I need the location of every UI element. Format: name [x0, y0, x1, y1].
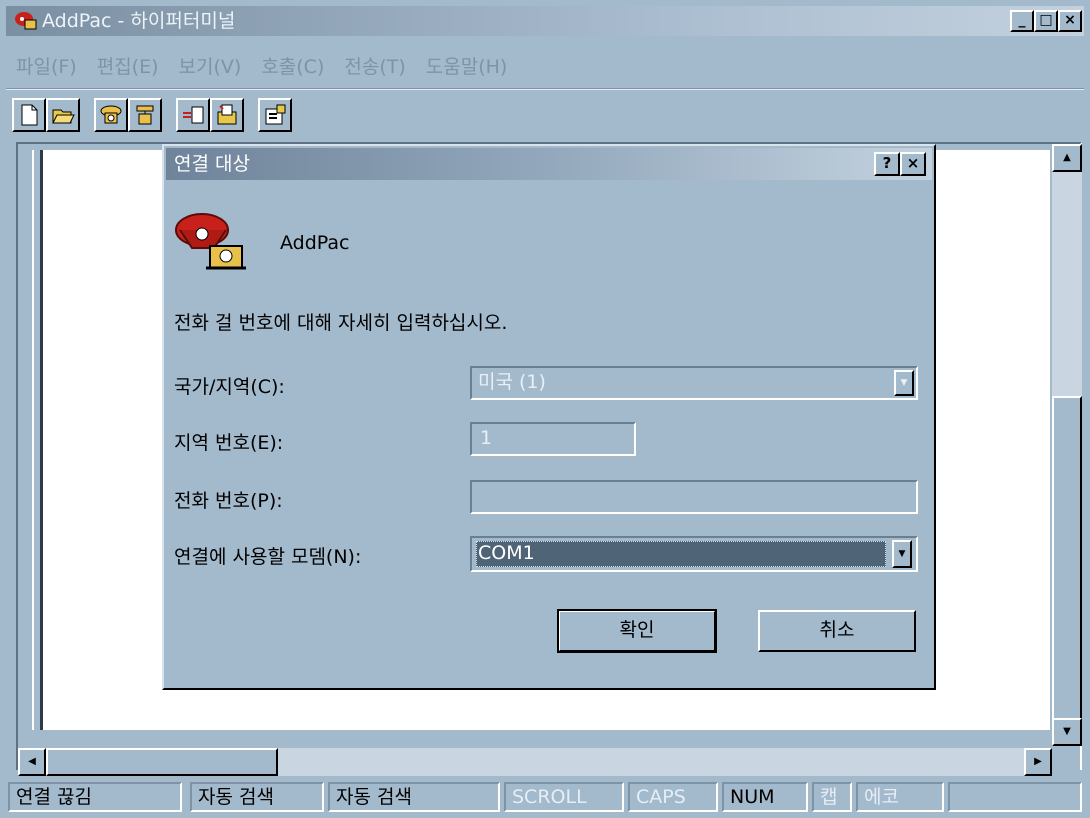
vertical-scrollbar-thumb[interactable]: [1052, 396, 1082, 726]
status-empty: [948, 782, 1082, 812]
status-caps: CAPS: [628, 782, 718, 812]
disconnect-icon: [136, 105, 154, 125]
modem-value: COM1: [478, 542, 535, 564]
status-scroll: SCROLL: [504, 782, 624, 812]
open-button[interactable]: [46, 98, 80, 132]
menu-help[interactable]: 도움말(H): [416, 52, 518, 82]
scroll-up-button[interactable]: ▲: [1052, 144, 1082, 172]
menu-file[interactable]: 파일(F): [6, 52, 87, 82]
menu-view[interactable]: 보기(V): [169, 52, 252, 82]
new-icon: [21, 104, 38, 126]
dialog-close-button[interactable]: ×: [900, 152, 926, 176]
properties-icon: [265, 104, 286, 125]
modem-selection-highlight: [476, 541, 886, 567]
status-autodetect-2: 자동 검색: [328, 782, 500, 812]
status-echo: 에코: [856, 782, 944, 812]
help-icon: ?: [882, 154, 892, 172]
menu-call[interactable]: 호출(C): [251, 52, 334, 82]
ok-button[interactable]: 확인: [557, 609, 717, 653]
open-icon: [52, 109, 75, 124]
arrow-right-icon: ▶: [1034, 756, 1042, 767]
app-phone-icon: [15, 12, 37, 30]
phone-number-input[interactable]: [470, 480, 918, 514]
chevron-down-icon: ▼: [900, 378, 908, 388]
hyperterminal-window: AddPac - 하이퍼터미널 _ □ × 파일(F) 편집(E) 보기(V) …: [0, 0, 1090, 818]
connect-icon: [100, 105, 122, 124]
arrow-down-icon: ▼: [1063, 726, 1071, 737]
connect-to-dialog: [162, 144, 936, 690]
chevron-down-icon: ▼: [898, 549, 906, 559]
scroll-right-button[interactable]: ▶: [1024, 748, 1052, 776]
status-bar: 연결 끊김 자동 검색 자동 검색 SCROLL CAPS NUM 캡 에코: [6, 780, 1084, 814]
connect-button[interactable]: [94, 98, 128, 132]
country-dropdown-button[interactable]: ▼: [894, 370, 914, 396]
minimize-button[interactable]: _: [1010, 10, 1034, 32]
terminal-margin: [18, 150, 34, 730]
send-icon: [183, 106, 204, 124]
menu-bar: 파일(F) 편집(E) 보기(V) 호출(C) 전송(T) 도움말(H): [6, 52, 517, 82]
area-code-input[interactable]: [470, 422, 636, 456]
scroll-left-button[interactable]: ◀: [18, 748, 46, 776]
modem-label: 연결에 사용할 모뎀(N):: [174, 546, 362, 568]
menu-transfer[interactable]: 전송(T): [334, 52, 415, 82]
status-connection: 연결 끊김: [8, 782, 182, 812]
arrow-up-icon: ▲: [1063, 152, 1071, 163]
send-button[interactable]: [176, 98, 210, 132]
close-icon: ×: [906, 154, 920, 172]
instruction-text: 전화 걸 번호에 대해 자세히 입력하십시오.: [174, 312, 508, 334]
cancel-button[interactable]: 취소: [758, 610, 916, 652]
dialog-title-bar[interactable]: [166, 148, 932, 180]
dialog-help-button[interactable]: ?: [874, 152, 900, 176]
connection-phone-icon: [175, 213, 246, 270]
horizontal-scrollbar-thumb[interactable]: [46, 748, 278, 776]
maximize-button[interactable]: □: [1034, 10, 1058, 32]
receive-button[interactable]: [210, 98, 244, 132]
menu-edit[interactable]: 편집(E): [87, 52, 169, 82]
country-label: 국가/지역(C):: [174, 376, 285, 398]
new-button[interactable]: [12, 98, 46, 132]
status-num: NUM: [722, 782, 808, 812]
phone-number-label: 전화 번호(P):: [174, 490, 283, 512]
receive-icon: [217, 104, 237, 125]
connection-name: AddPac: [280, 232, 350, 254]
close-icon: ×: [1064, 12, 1076, 28]
close-button[interactable]: ×: [1058, 10, 1082, 32]
menu-separator: [6, 88, 1084, 90]
title-bar[interactable]: AddPac - 하이퍼터미널 _ □ ×: [6, 6, 1084, 36]
properties-button[interactable]: [258, 98, 292, 132]
status-autodetect-1: 자동 검색: [190, 782, 324, 812]
maximize-icon: □: [1039, 12, 1053, 28]
arrow-left-icon: ◀: [28, 756, 36, 767]
status-capture: 캡: [812, 782, 852, 812]
dialog-title: 연결 대상: [174, 153, 250, 175]
disconnect-button[interactable]: [128, 98, 162, 132]
window-title: AddPac - 하이퍼터미널: [42, 10, 236, 32]
modem-dropdown-button[interactable]: ▼: [892, 540, 912, 568]
country-value: 미국 (1): [478, 371, 546, 393]
scroll-down-button[interactable]: ▼: [1052, 718, 1082, 746]
area-code-value: 1: [480, 427, 493, 449]
minimize-icon: _: [1018, 12, 1026, 28]
area-code-label: 지역 번호(E):: [174, 432, 284, 454]
